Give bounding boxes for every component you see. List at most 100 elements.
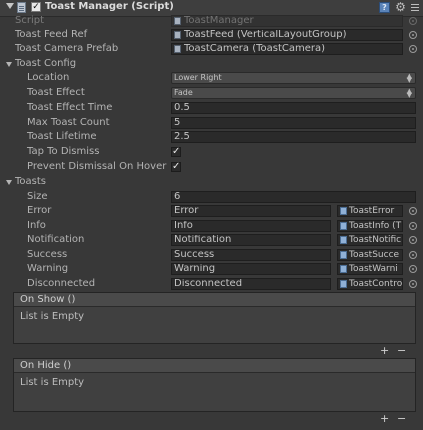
- toast-camera-prefab-row: Toast Camera Prefab ToastCamera (ToastCa…: [0, 42, 423, 56]
- prefab-icon: [340, 236, 347, 244]
- toast-prefab-picker-icon[interactable]: [409, 207, 417, 215]
- prefab-icon: [340, 265, 347, 273]
- toast-prefab-value: ToastError: [349, 206, 395, 216]
- toast-camera-prefab-field[interactable]: ToastCamera (ToastCamera): [171, 43, 403, 55]
- toast-item-row: Success Success ToastSucce: [0, 248, 423, 262]
- toast-effect-time-row: Toast Effect Time 0.5: [0, 101, 423, 115]
- toast-camera-prefab-label: Toast Camera Prefab: [15, 43, 119, 54]
- toast-prefab-field[interactable]: ToastWarni: [337, 263, 403, 275]
- script-field: ToastManager: [171, 15, 403, 27]
- toast-name-input[interactable]: Info: [171, 220, 331, 232]
- max-toast-count-row: Max Toast Count 5: [0, 116, 423, 130]
- toast-camera-prefab-picker-icon[interactable]: [409, 45, 417, 53]
- on-show-remove-button[interactable]: −: [397, 345, 406, 356]
- component-enabled-checkbox[interactable]: ✓: [31, 2, 41, 12]
- tap-to-dismiss-row: Tap To Dismiss ✓: [0, 145, 423, 159]
- toast-prefab-value: ToastNotific: [349, 235, 402, 245]
- toast-prefab-picker-icon[interactable]: [409, 280, 417, 288]
- component-title: Toast Manager (Script): [45, 1, 174, 12]
- toast-item-row: Warning Warning ToastWarni: [0, 262, 423, 276]
- toast-prefab-field[interactable]: ToastInfo (T: [337, 220, 403, 232]
- toast-item-row: Error Error ToastError: [0, 204, 423, 218]
- toast-config-foldout[interactable]: Toast Config: [0, 57, 423, 71]
- toast-name-input[interactable]: Success: [171, 249, 331, 261]
- toasts-size-row: Size 6: [0, 190, 423, 204]
- on-hide-empty-text: List is Empty: [20, 377, 85, 388]
- toast-feed-ref-picker-icon[interactable]: [409, 31, 417, 39]
- toast-prefab-value: ToastInfo (T: [349, 221, 402, 231]
- on-show-empty-text: List is Empty: [20, 311, 85, 322]
- toast-effect-time-input[interactable]: 0.5: [171, 102, 416, 114]
- size-input[interactable]: 6: [171, 191, 416, 203]
- script-label: Script: [15, 15, 45, 26]
- prevent-dismissal-checkbox[interactable]: ✓: [171, 162, 181, 172]
- toasts-foldout[interactable]: Toasts: [0, 175, 423, 189]
- max-toast-count-label: Max Toast Count: [27, 117, 110, 128]
- tap-to-dismiss-checkbox[interactable]: ✓: [171, 147, 181, 157]
- toast-prefab-field[interactable]: ToastSucce: [337, 249, 403, 261]
- toast-name-input[interactable]: Notification: [171, 234, 331, 246]
- toast-lifetime-label: Toast Lifetime: [27, 131, 97, 142]
- tap-to-dismiss-label: Tap To Dismiss: [27, 146, 100, 157]
- toast-effect-row: Toast Effect Fade ▲ ▼: [0, 86, 423, 100]
- on-hide-add-remove: + −: [376, 413, 412, 425]
- toast-name-input[interactable]: Disconnected: [171, 278, 331, 290]
- toast-prefab-field[interactable]: ToastError: [337, 205, 403, 217]
- context-menu-icon[interactable]: [410, 2, 421, 13]
- on-hide-add-button[interactable]: +: [380, 413, 389, 424]
- toast-item-row: Disconnected Disconnected ToastContro: [0, 277, 423, 291]
- toast-item-label: Disconnected: [27, 278, 96, 289]
- toast-feed-ref-label: Toast Feed Ref: [15, 29, 88, 40]
- max-toast-count-input[interactable]: 5: [171, 117, 416, 129]
- prefab-icon: [340, 222, 347, 230]
- toast-camera-prefab-value: ToastCamera (ToastCamera): [184, 43, 326, 54]
- location-dropdown[interactable]: Lower Right ▲ ▼: [171, 72, 416, 84]
- on-hide-event-title: On Hide (): [14, 359, 415, 373]
- script-value: ToastManager: [184, 15, 254, 26]
- toast-effect-label: Toast Effect: [27, 87, 85, 98]
- prefab-icon: [340, 207, 347, 215]
- on-show-event-title: On Show (): [14, 293, 415, 307]
- prefab-icon: [174, 45, 181, 53]
- size-label: Size: [27, 191, 48, 202]
- toast-feed-ref-row: Toast Feed Ref ToastFeed (VerticalLayout…: [0, 28, 423, 42]
- on-hide-remove-button[interactable]: −: [397, 413, 406, 424]
- dropdown-arrows-icon: ▲ ▼: [406, 87, 412, 99]
- dropdown-arrows-icon: ▲ ▼: [406, 72, 412, 84]
- component-icon: [174, 31, 181, 39]
- toast-item-row: Notification Notification ToastNotific: [0, 233, 423, 247]
- toast-config-label: Toast Config: [15, 58, 77, 69]
- toast-prefab-picker-icon[interactable]: [409, 222, 417, 230]
- toast-name-input[interactable]: Warning: [171, 263, 331, 275]
- toast-name-input[interactable]: Error: [171, 205, 331, 217]
- toast-prefab-field[interactable]: ToastNotific: [337, 234, 403, 246]
- collapse-arrow-icon[interactable]: [6, 3, 14, 9]
- on-show-add-remove: + −: [376, 345, 412, 357]
- script-row: Script ToastManager: [0, 14, 423, 28]
- on-show-add-button[interactable]: +: [380, 345, 389, 356]
- toast-lifetime-input[interactable]: 2.5: [171, 131, 416, 143]
- toast-lifetime-row: Toast Lifetime 2.5: [0, 130, 423, 144]
- prefab-icon: [340, 251, 347, 259]
- toast-item-label: Success: [27, 249, 68, 260]
- settings-gear-icon[interactable]: ⚙: [395, 1, 406, 13]
- toast-prefab-picker-icon[interactable]: [409, 236, 417, 244]
- toast-item-row: Info Info ToastInfo (T: [0, 219, 423, 233]
- toast-prefab-field[interactable]: ToastContro: [337, 278, 403, 290]
- toast-prefab-value: ToastSucce: [349, 250, 400, 260]
- toast-item-label: Error: [27, 205, 52, 216]
- toast-item-label: Info: [27, 220, 46, 231]
- toast-prefab-picker-icon[interactable]: [409, 265, 417, 273]
- toast-feed-ref-field[interactable]: ToastFeed (VerticalLayoutGroup): [171, 29, 403, 41]
- toast-prefab-picker-icon[interactable]: [409, 251, 417, 259]
- on-hide-event-list: On Hide () List is Empty: [13, 358, 416, 412]
- toast-effect-dropdown[interactable]: Fade ▲ ▼: [171, 87, 416, 99]
- script-file-icon: [174, 17, 181, 25]
- location-label: Location: [27, 72, 70, 83]
- foldout-arrow-icon[interactable]: [6, 62, 12, 67]
- foldout-arrow-icon[interactable]: [6, 180, 12, 185]
- toast-prefab-value: ToastContro: [349, 279, 403, 289]
- help-book-icon[interactable]: ?: [379, 2, 390, 13]
- prevent-dismissal-label: Prevent Dismissal On Hover: [27, 161, 167, 172]
- toast-item-label: Warning: [27, 263, 69, 274]
